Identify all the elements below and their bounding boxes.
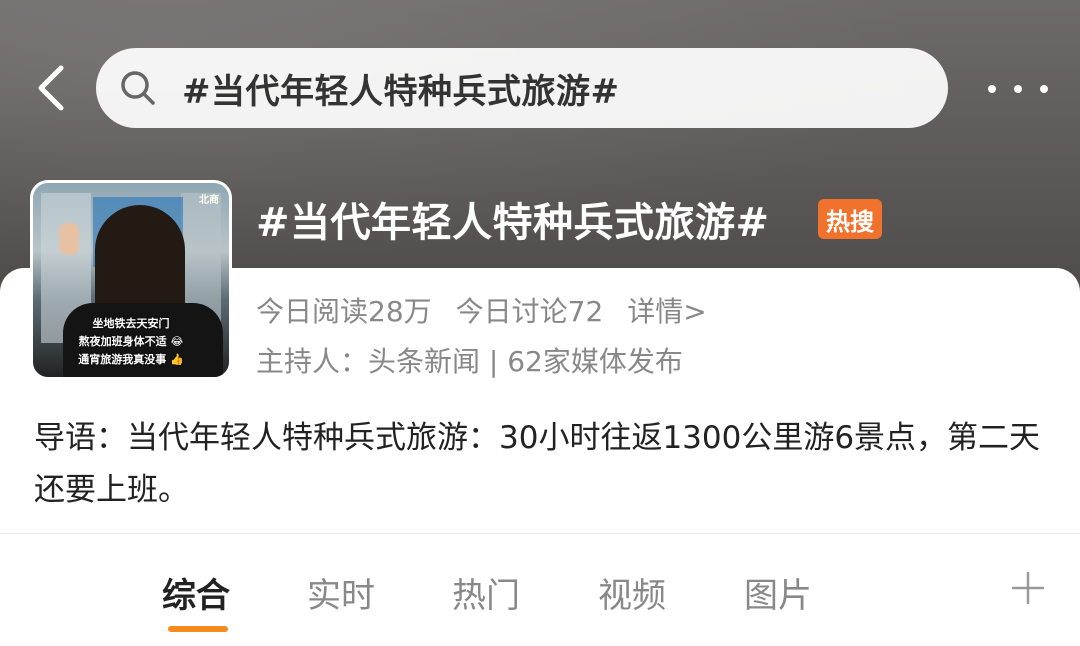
add-tab-button[interactable] — [1008, 568, 1048, 608]
search-query[interactable]: #当代年轻人特种兵式旅游# — [182, 64, 619, 113]
topic-title: #当代年轻人特种兵式旅游# — [256, 200, 770, 246]
tab-video[interactable]: 视频 — [598, 568, 666, 617]
discussion-count: 今日讨论72 — [455, 295, 604, 328]
search-icon — [118, 68, 158, 108]
tab-images[interactable]: 图片 — [744, 568, 812, 617]
more-icon — [988, 85, 996, 93]
topic-stats: 今日阅读28万 今日讨论72 详情> — [256, 290, 707, 330]
topic-intro: 导语：当代年轻人特种兵式旅游：30小时往返1300公里游6景点，第二天还要上班。 — [34, 420, 1041, 508]
cover-caption-2: 熬夜加班身体不适 😂 — [78, 335, 184, 348]
tab-bar: 综合 实时 热门 视频 图片 — [0, 556, 1080, 626]
search-bar[interactable]: #当代年轻人特种兵式旅游# — [96, 48, 948, 128]
cover-caption-1: 坐地铁去天安门 — [92, 317, 170, 330]
hot-badge: 热搜 — [818, 199, 882, 239]
cover-tag: 北商 — [199, 195, 219, 206]
tab-realtime[interactable]: 实时 — [307, 568, 375, 617]
cover-caption-3: 通宵旅游我真没事 👍 — [78, 353, 184, 366]
topic-cover-image[interactable]: 北商 坐地铁去天安门 熬夜加班身体不适 😂 通宵旅游我真没事 👍 — [30, 180, 232, 380]
more-button[interactable] — [988, 76, 1048, 102]
reads-count: 今日阅读28万 — [256, 295, 432, 328]
plus-icon — [1012, 572, 1044, 604]
back-arrow-icon — [38, 65, 64, 111]
detail-link[interactable]: 详情> — [627, 290, 706, 330]
host-line: 主持人：头条新闻 | 62家媒体发布 — [256, 345, 683, 378]
divider — [0, 533, 1080, 534]
back-button[interactable] — [30, 62, 70, 114]
active-tab-indicator — [168, 626, 228, 632]
tab-hot[interactable]: 热门 — [452, 568, 520, 617]
tab-general[interactable]: 综合 — [162, 568, 230, 617]
